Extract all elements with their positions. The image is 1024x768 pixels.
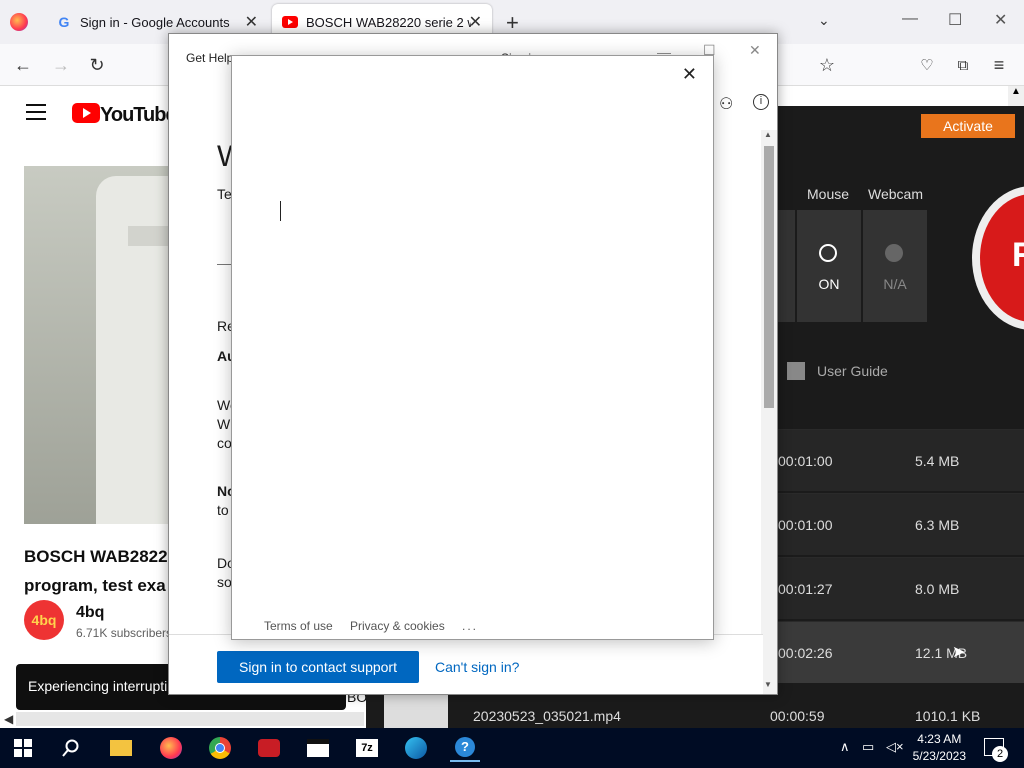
system-clock[interactable]: 4:23 AM 5/23/2023 <box>913 731 966 765</box>
mouse-status: ON <box>818 276 840 292</box>
row-duration: 00:01:00 <box>778 517 833 533</box>
7zip-icon[interactable]: 7z <box>352 734 382 762</box>
mouse-pointer-icon: ➤ <box>952 644 966 661</box>
close-window-button[interactable]: ✕ <box>749 42 761 59</box>
privacy-cookies-link[interactable]: Privacy & cookies <box>350 619 445 633</box>
video-player[interactable] <box>24 166 174 524</box>
recording-row[interactable]: 00:01:00 5.4 MB <box>778 429 1024 491</box>
google-icon: G <box>58 14 70 30</box>
close-tab-icon[interactable]: ✕ <box>245 12 258 32</box>
get-help-icon[interactable]: ? <box>450 734 480 762</box>
show-hidden-icons-icon[interactable]: ∧ <box>840 739 850 755</box>
scroll-down-icon[interactable]: ▼ <box>764 680 772 689</box>
sign-in-contact-support-button[interactable]: Sign in to contact support <box>217 651 419 683</box>
back-icon[interactable]: ← <box>10 52 36 78</box>
channel-name[interactable]: 4bq <box>76 604 104 622</box>
row-size: 1010.1 KB <box>915 708 981 724</box>
video-title: BOSCH WAB2822 program, test exa <box>24 547 168 595</box>
signin-popup: ✕ Terms of use Privacy & cookies ... <box>231 55 714 640</box>
subscriber-count: 6.71K subscribers <box>76 626 168 640</box>
notification-count: 2 <box>992 746 1008 762</box>
close-icon[interactable]: ✕ <box>682 64 697 85</box>
youtube-icon <box>282 14 298 30</box>
windows-taskbar: 7z ? ∧ ▭ ◁× 4:23 AM 5/23/2023 2 <box>0 728 1024 768</box>
edge-icon[interactable] <box>401 734 431 762</box>
webcam-status: N/A <box>883 276 907 292</box>
recording-row[interactable]: 20230523_035021.mp4 00:00:59 1010.1 KB <box>366 690 1024 728</box>
body-line: co <box>217 435 232 451</box>
tab-title: BOSCH WAB28220 serie 2 wash <box>306 14 471 30</box>
list-all-tabs-icon[interactable]: ⌄ <box>818 12 830 29</box>
activate-button[interactable]: Activate <box>921 114 1015 138</box>
cant-sign-in-link[interactable]: Can't sign in? <box>435 659 519 675</box>
scroll-left-icon[interactable]: ◀ <box>4 712 13 726</box>
bookmark-star-icon[interactable]: ☆ <box>814 52 840 78</box>
firefox-icon[interactable] <box>156 734 186 762</box>
mouse-toggle[interactable]: ON <box>797 210 861 322</box>
scrollbar-track[interactable] <box>16 712 364 726</box>
webcam-icon <box>885 244 903 262</box>
webcam-label: Webcam <box>868 186 923 202</box>
user-guide-link[interactable]: User Guide <box>817 363 888 379</box>
webcam-toggle[interactable]: N/A <box>863 210 927 322</box>
reload-icon[interactable]: ↻ <box>84 52 110 78</box>
row-filename: 20230523_035021.mp4 <box>473 708 621 724</box>
vertical-scrollbar[interactable]: ▲ <box>1008 86 1024 106</box>
maximize-button[interactable]: ☐ <box>948 10 962 30</box>
video-editor-icon[interactable] <box>303 734 333 762</box>
terms-of-use-link[interactable]: Terms of use <box>264 619 333 633</box>
close-tab-icon[interactable]: ✕ <box>469 12 482 32</box>
youtube-logo-text[interactable]: YouTube <box>100 104 177 127</box>
chrome-icon[interactable] <box>205 734 235 762</box>
row-size: 6.3 MB <box>915 517 960 533</box>
volume-muted-icon[interactable]: ◁× <box>886 739 904 755</box>
extensions-icon[interactable]: ⧉ <box>950 52 976 78</box>
network-icon[interactable]: ▭ <box>862 739 874 755</box>
mouse-label: Mouse <box>807 186 850 202</box>
user-guide-icon[interactable] <box>787 362 805 380</box>
more-options-icon[interactable]: ... <box>462 619 478 633</box>
row-size: 8.0 MB <box>915 581 960 597</box>
screen-panel[interactable] <box>778 210 795 322</box>
row-duration: 00:00:59 <box>770 708 825 724</box>
row-duration: 00:01:27 <box>778 581 833 597</box>
hamburger-menu-icon[interactable] <box>26 104 46 120</box>
info-icon[interactable]: i <box>753 94 769 110</box>
recording-row[interactable]: 00:01:00 6.3 MB <box>778 493 1024 555</box>
row-duration: 00:02:26 <box>778 645 833 661</box>
file-explorer-icon[interactable] <box>106 734 136 762</box>
get-help-scrollbar[interactable]: ▲ ▼ <box>761 130 777 694</box>
search-icon[interactable] <box>56 734 86 762</box>
recording-row-selected[interactable]: 00:02:26 12.1 MB ➤ <box>778 621 1024 683</box>
firefox-icon[interactable] <box>10 13 28 31</box>
body-line: to <box>217 502 229 518</box>
get-help-title: Get Help <box>186 51 234 65</box>
record-button[interactable]: R <box>972 186 1024 330</box>
scrollbar-thumb[interactable] <box>764 146 774 408</box>
body-line: so <box>217 574 232 590</box>
mouse-cursor-icon <box>819 244 837 262</box>
forward-icon[interactable]: → <box>48 52 74 78</box>
menu-icon[interactable]: ≡ <box>986 52 1012 78</box>
text-cursor <box>280 201 281 221</box>
start-windows-icon[interactable] <box>8 734 38 762</box>
recording-thumbnail <box>384 694 448 728</box>
row-duration: 00:01:00 <box>778 453 833 469</box>
channel-avatar[interactable]: 4bq <box>24 600 64 640</box>
contact-icon[interactable]: ⚇ <box>719 94 733 114</box>
scroll-up-icon[interactable]: ▲ <box>764 130 772 139</box>
screen-recorder-icon[interactable] <box>254 734 284 762</box>
row-size: 5.4 MB <box>915 453 960 469</box>
screen-recorder-app: Activate Mouse Webcam ON N/A R User Guid… <box>778 106 1024 728</box>
pocket-icon[interactable]: ♡ <box>914 52 940 78</box>
tab-title: Sign in - Google Accounts <box>80 14 230 30</box>
close-window-button[interactable]: ✕ <box>994 10 1007 30</box>
youtube-logo-icon[interactable] <box>72 103 100 128</box>
get-help-footer: Sign in to contact support Can't sign in… <box>169 634 763 694</box>
recording-row[interactable]: 00:01:27 8.0 MB <box>778 557 1024 619</box>
minimize-button[interactable]: — <box>902 10 918 28</box>
